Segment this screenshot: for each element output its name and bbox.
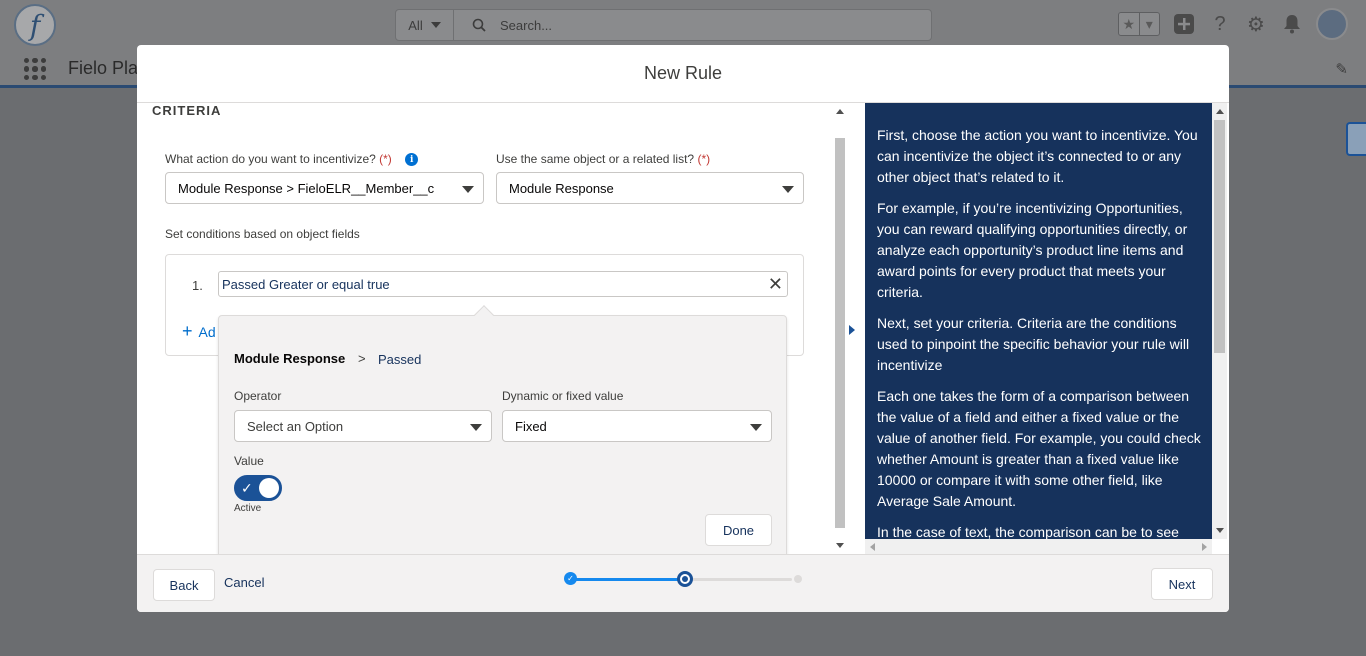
object-label: Use the same object or a related list? (…: [496, 152, 711, 166]
condition-number: 1.: [192, 278, 203, 293]
help-scrollbar-vertical[interactable]: [1212, 103, 1227, 539]
section-title: CRITERIA: [152, 103, 222, 118]
object-select[interactable]: Module Response: [496, 172, 804, 204]
help-scrollbar-horizontal[interactable]: [865, 539, 1212, 554]
chevron-down-icon: [462, 186, 474, 193]
action-label: What action do you want to incentivize? …: [165, 152, 419, 167]
new-rule-modal: New Rule CRITERIA What action do you wan…: [137, 45, 1229, 612]
conditions-label: Set conditions based on object fields: [165, 227, 360, 241]
app-name: Fielo Pla: [68, 58, 139, 78]
toggle-knob: [259, 478, 279, 498]
step-upcoming-icon[interactable]: [794, 575, 802, 583]
cancel-link[interactable]: Cancel: [224, 575, 264, 590]
info-icon[interactable]: i: [405, 153, 419, 167]
progress-line-remaining: [692, 578, 792, 581]
criteria-pane: CRITERIA What action do you want to ince…: [137, 103, 833, 554]
search-input[interactable]: Search...: [454, 10, 931, 40]
condition-editor-popover: Module Response > Passed Operator Select…: [218, 305, 787, 554]
search-scope-label: All: [408, 17, 423, 33]
avatar[interactable]: [1316, 8, 1348, 40]
scroll-left-icon[interactable]: [870, 543, 875, 551]
modal-body: CRITERIA What action do you want to ince…: [137, 103, 1229, 554]
chevron-down-icon: [782, 186, 794, 193]
modal-header: New Rule: [137, 45, 1229, 103]
help-text: First, choose the action you want to inc…: [877, 125, 1203, 539]
chevron-down-icon: ▾: [1138, 13, 1160, 35]
help-paragraph: In the case of text, the comparison can …: [877, 524, 1179, 539]
help-paragraph: For example, if you’re incentivizing Opp…: [877, 200, 1188, 300]
search-icon: [472, 18, 486, 32]
star-icon: ★: [1122, 15, 1136, 32]
chevron-down-icon: [470, 424, 482, 431]
check-icon: ✓: [241, 480, 253, 496]
help-paragraph: First, choose the action you want to inc…: [877, 127, 1198, 185]
progress-stepper: ✓: [564, 571, 804, 587]
search-scope-select[interactable]: All: [396, 10, 454, 40]
panel-collapse-icon[interactable]: [849, 325, 855, 335]
value-type-select[interactable]: Fixed: [502, 410, 772, 442]
criteria-scrollbar[interactable]: [833, 103, 847, 554]
gear-icon[interactable]: ⚙: [1244, 12, 1268, 36]
condition-text: Passed Greater or equal true: [222, 276, 390, 292]
help-paragraph: Each one takes the form of a comparison …: [877, 388, 1201, 509]
app-launcher-icon[interactable]: [24, 58, 46, 80]
operator-select-value: Select an Option: [247, 418, 344, 434]
modal-footer: Back Cancel ✓ Next: [137, 554, 1229, 612]
help-icon[interactable]: ?: [1208, 12, 1232, 36]
progress-line-complete: [574, 578, 682, 581]
close-icon[interactable]: ✕: [768, 274, 783, 294]
add-icon[interactable]: [1172, 12, 1196, 36]
scroll-up-icon[interactable]: [836, 109, 844, 114]
step-current-icon[interactable]: [677, 571, 693, 587]
value-type-select-value: Fixed: [515, 418, 547, 434]
global-search[interactable]: All Search...: [395, 9, 932, 41]
condition-pill[interactable]: Passed Greater or equal true ✕: [218, 271, 788, 297]
utility-panel-tab[interactable]: [1346, 122, 1366, 156]
operator-label: Operator: [234, 389, 282, 403]
done-button[interactable]: Done: [705, 514, 772, 546]
breadcrumb-separator: >: [358, 351, 366, 366]
value-type-label: Dynamic or fixed value: [502, 389, 624, 403]
toggle-state-label: Active: [234, 503, 262, 514]
plus-icon: +: [182, 321, 193, 341]
breadcrumb-field[interactable]: Passed: [378, 352, 421, 367]
global-header: f All Search... ★ ▾ ? ⚙: [0, 0, 1366, 50]
scrollbar-thumb[interactable]: [835, 138, 845, 528]
help-panel: First, choose the action you want to inc…: [865, 103, 1212, 539]
scroll-down-icon[interactable]: [836, 543, 844, 548]
pencil-icon[interactable]: ✎: [1335, 60, 1348, 78]
scrollbar-thumb[interactable]: [1214, 120, 1225, 353]
operator-select[interactable]: Select an Option: [234, 410, 492, 442]
fielo-logo: f: [14, 4, 56, 46]
next-button[interactable]: Next: [1151, 568, 1213, 600]
modal-title: New Rule: [643, 63, 723, 83]
scroll-down-icon[interactable]: [1216, 528, 1224, 533]
value-toggle[interactable]: ✓: [234, 475, 282, 501]
object-select-value: Module Response: [509, 180, 614, 196]
action-select-value: Module Response > FieloELR__Member__c: [178, 180, 435, 196]
step-complete-icon[interactable]: ✓: [564, 572, 577, 585]
search-placeholder: Search...: [500, 17, 553, 33]
value-label: Value: [234, 454, 264, 468]
help-paragraph: Next, set your criteria. Criteria are th…: [877, 315, 1190, 373]
bell-icon[interactable]: [1280, 12, 1304, 36]
chevron-down-icon: [430, 22, 441, 28]
action-select[interactable]: Module Response > FieloELR__Member__c: [165, 172, 484, 204]
scroll-up-icon[interactable]: [1216, 109, 1224, 114]
chevron-down-icon: [750, 424, 762, 431]
back-button[interactable]: Back: [153, 569, 215, 601]
add-condition-link[interactable]: + Ad: [182, 321, 216, 342]
breadcrumb-object: Module Response: [234, 351, 346, 366]
scroll-right-icon[interactable]: [1202, 543, 1207, 551]
add-condition-label: Ad: [198, 323, 216, 340]
favorites-button[interactable]: ★ ▾: [1118, 12, 1160, 36]
